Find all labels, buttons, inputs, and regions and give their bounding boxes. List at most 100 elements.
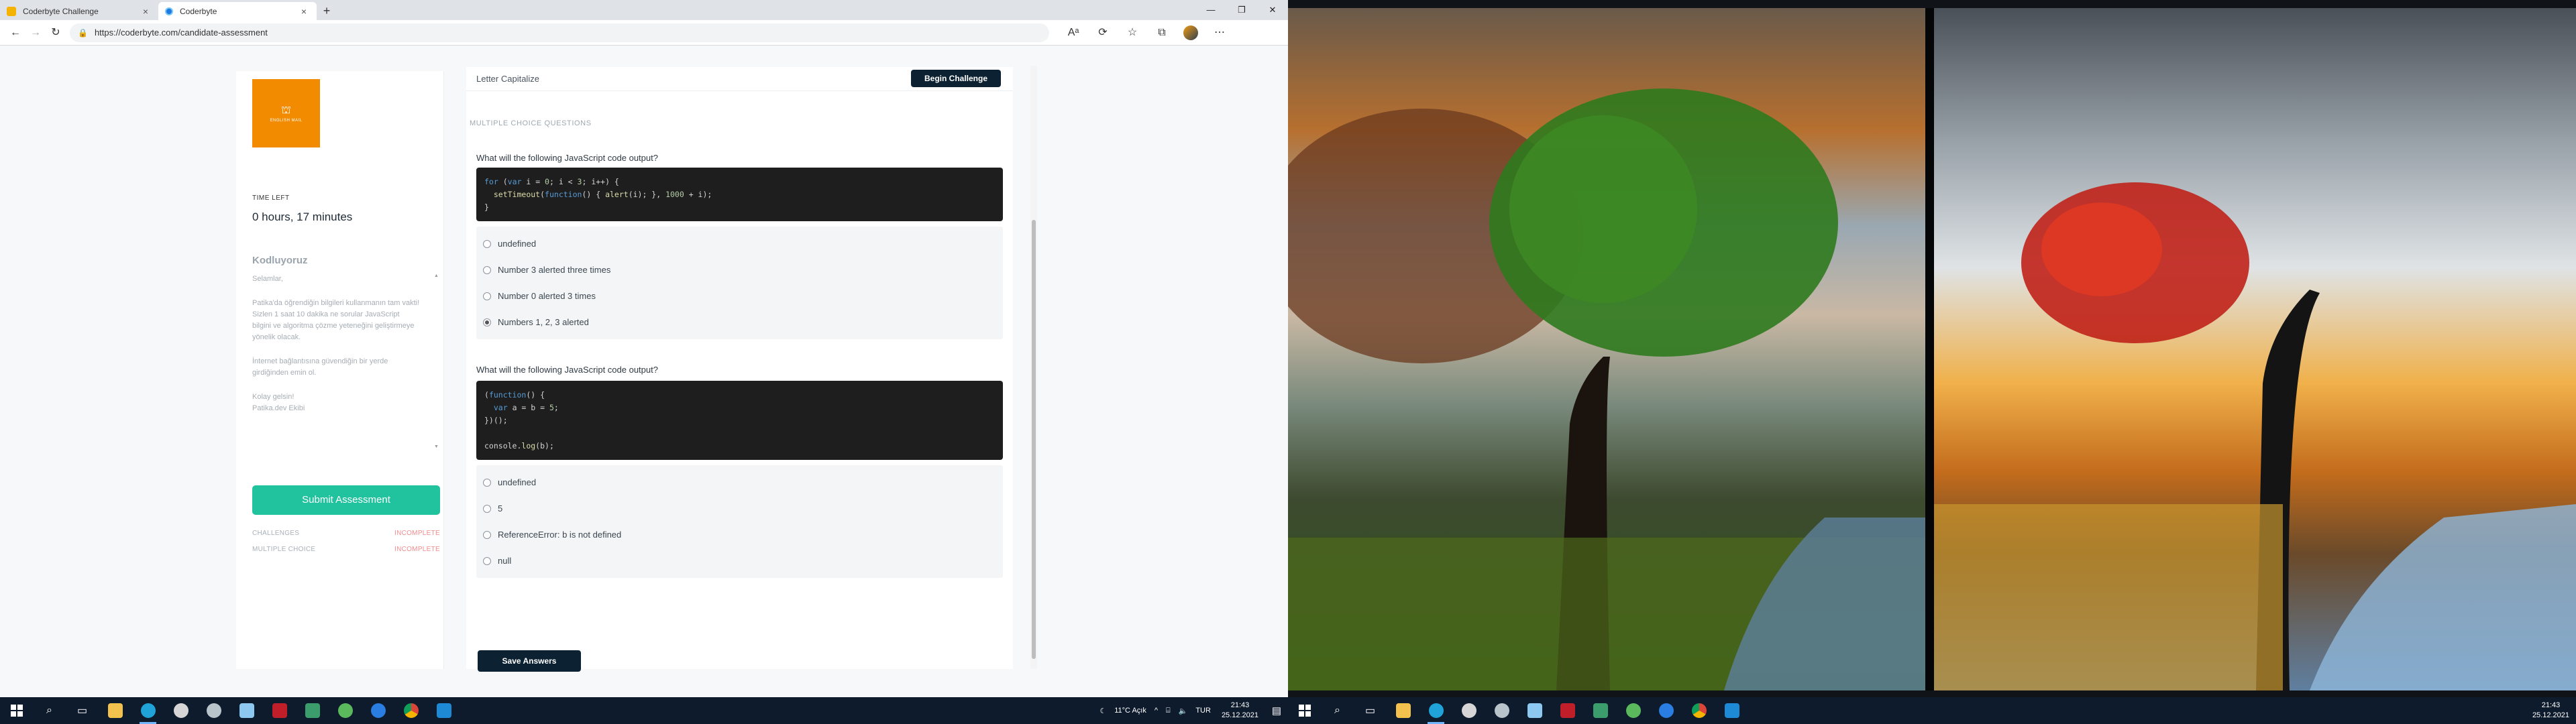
app-icon bbox=[370, 703, 386, 718]
task-view-button[interactable]: ▭ bbox=[66, 697, 99, 724]
radio-button[interactable] bbox=[483, 504, 491, 513]
app-icon bbox=[1658, 703, 1674, 718]
answer-option[interactable]: undefined bbox=[476, 469, 1003, 495]
notification-icon[interactable]: ▤ bbox=[1265, 705, 1288, 717]
begin-challenge-button[interactable]: Begin Challenge bbox=[911, 70, 1001, 87]
profile-avatar[interactable] bbox=[1183, 25, 1198, 40]
answer-option[interactable]: Numbers 1, 2, 3 alerted bbox=[476, 309, 1003, 335]
right-monitor: ⌕ ▭ 21:43 25.12.2021 bbox=[1288, 0, 2576, 724]
taskbar-right: ⌕ ▭ 21:43 25.12.2021 bbox=[1288, 697, 2576, 724]
app-button[interactable] bbox=[1650, 697, 1682, 724]
search-button[interactable]: ⌕ bbox=[1321, 697, 1354, 724]
app-button[interactable] bbox=[164, 697, 197, 724]
answer-option[interactable]: Number 0 alerted 3 times bbox=[476, 283, 1003, 309]
weather-text[interactable]: 11°C Açık bbox=[1110, 707, 1150, 715]
file-explorer-button[interactable] bbox=[99, 697, 131, 724]
option-label: Numbers 1, 2, 3 alerted bbox=[498, 317, 589, 327]
app-button[interactable] bbox=[1551, 697, 1584, 724]
radio-button[interactable] bbox=[483, 239, 491, 248]
app-button[interactable] bbox=[1518, 697, 1551, 724]
vscode-button[interactable] bbox=[1715, 697, 1748, 724]
app-icon bbox=[239, 703, 254, 718]
app-button[interactable] bbox=[329, 697, 362, 724]
more-icon[interactable]: ⋯ bbox=[1206, 23, 1233, 43]
network-icon[interactable]: ⌸ bbox=[1162, 707, 1175, 715]
answer-option[interactable]: undefined bbox=[476, 231, 1003, 257]
file-explorer-button[interactable] bbox=[1387, 697, 1419, 724]
page-scrollbar[interactable] bbox=[1030, 66, 1037, 669]
font-icon[interactable]: Aᵃ bbox=[1060, 23, 1087, 43]
new-tab-button[interactable]: + bbox=[317, 2, 337, 20]
task-view-icon: ▭ bbox=[1364, 705, 1376, 717]
tab-coderbyte[interactable]: Coderbyte × bbox=[158, 2, 317, 20]
answer-option[interactable]: null bbox=[476, 548, 1003, 574]
address-bar[interactable]: 🔒 https://coderbyte.com/candidate-assess… bbox=[70, 23, 1049, 42]
clock[interactable]: 21:43 25.12.2021 bbox=[2526, 701, 2576, 721]
refresh-icon[interactable]: ⟳ bbox=[1089, 23, 1116, 43]
tab-close-icon[interactable]: × bbox=[298, 6, 310, 17]
forward-button[interactable]: → bbox=[25, 23, 46, 43]
instruction-paragraph: Patika'da öğrendiğin bilgileri kullanman… bbox=[252, 299, 420, 341]
collections-icon[interactable]: ⧉ bbox=[1148, 23, 1175, 43]
option-label: 5 bbox=[498, 503, 503, 514]
app-button[interactable] bbox=[362, 697, 394, 724]
app-button[interactable] bbox=[296, 697, 329, 724]
browser-toolbar: Aᵃ ⟳ ☆ ⧉ ⋯ bbox=[1060, 23, 1233, 43]
weather-moon-icon: ☾ bbox=[1099, 707, 1107, 715]
volume-icon[interactable]: 🔈 bbox=[1175, 707, 1192, 715]
answer-option[interactable]: 5 bbox=[476, 495, 1003, 522]
browser-tab-bar: Coderbyte Challenge × Coderbyte × + — ❐ … bbox=[0, 0, 1288, 20]
restore-button[interactable]: ❐ bbox=[1226, 0, 1257, 20]
app-button[interactable] bbox=[1452, 697, 1485, 724]
app-button[interactable] bbox=[230, 697, 263, 724]
radio-button[interactable] bbox=[483, 478, 491, 487]
save-answers-button[interactable]: Save Answers bbox=[478, 650, 581, 672]
option-label: undefined bbox=[498, 477, 537, 487]
radio-button[interactable] bbox=[483, 292, 491, 300]
answer-option[interactable]: ReferenceError: b is not defined bbox=[476, 522, 1003, 548]
edge-icon bbox=[1428, 703, 1444, 718]
back-button[interactable]: ← bbox=[5, 23, 25, 43]
edge-button[interactable] bbox=[131, 697, 164, 724]
answer-option[interactable]: Number 3 alerted three times bbox=[476, 257, 1003, 283]
language-indicator[interactable]: TUR bbox=[1191, 707, 1215, 715]
chrome-button[interactable] bbox=[394, 697, 427, 724]
tray-chevron-icon[interactable]: ^ bbox=[1150, 707, 1162, 715]
chrome-button[interactable] bbox=[1682, 697, 1715, 724]
scrollbar-thumb[interactable] bbox=[1032, 220, 1036, 659]
minimize-button[interactable]: — bbox=[1195, 0, 1226, 20]
favorites-icon[interactable]: ☆ bbox=[1119, 23, 1146, 43]
task-view-button[interactable]: ▭ bbox=[1354, 697, 1387, 724]
lock-icon: 🔒 bbox=[78, 27, 88, 38]
scroll-down-icon[interactable]: ▼ bbox=[434, 444, 439, 449]
wallpaper-right-panel bbox=[1934, 8, 2576, 690]
search-button[interactable]: ⌕ bbox=[33, 697, 66, 724]
assessment-sidebar: ⛫ ENGLISH MAIL TIME LEFT 0 hours, 17 min… bbox=[236, 71, 444, 669]
scroll-up-icon[interactable]: ▲ bbox=[434, 274, 439, 278]
tab-coderbyte-challenge[interactable]: Coderbyte Challenge × bbox=[0, 2, 158, 20]
app-icon bbox=[1593, 703, 1608, 718]
wallpaper-tree-illustration bbox=[1288, 88, 1925, 690]
status-multiple-choice: MULTIPLE CHOICE INCOMPLETE bbox=[252, 546, 440, 553]
radio-button-selected[interactable] bbox=[483, 318, 491, 326]
reload-button[interactable]: ↻ bbox=[46, 23, 66, 43]
radio-button[interactable] bbox=[483, 530, 491, 539]
edge-button[interactable] bbox=[1419, 697, 1452, 724]
start-button[interactable] bbox=[1288, 697, 1321, 724]
app-button[interactable] bbox=[197, 697, 230, 724]
vscode-button[interactable] bbox=[427, 697, 460, 724]
clock[interactable]: 21:43 25.12.2021 bbox=[1215, 701, 1265, 721]
instructions-scrollbar[interactable]: ▲ ▼ bbox=[434, 274, 439, 455]
search-icon: ⌕ bbox=[46, 705, 52, 716]
tab-close-icon[interactable]: × bbox=[140, 6, 152, 17]
radio-button[interactable] bbox=[483, 556, 491, 565]
app-button[interactable] bbox=[1584, 697, 1617, 724]
radio-button[interactable] bbox=[483, 265, 491, 274]
app-button[interactable] bbox=[1617, 697, 1650, 724]
app-button[interactable] bbox=[1485, 697, 1518, 724]
app-button[interactable] bbox=[263, 697, 296, 724]
start-button[interactable] bbox=[0, 697, 33, 724]
close-window-button[interactable]: ✕ bbox=[1257, 0, 1288, 20]
instructions-text[interactable]: Selamlar, Patika'da öğrendiğin bilgileri… bbox=[252, 274, 432, 456]
submit-assessment-button[interactable]: Submit Assessment bbox=[252, 485, 440, 515]
